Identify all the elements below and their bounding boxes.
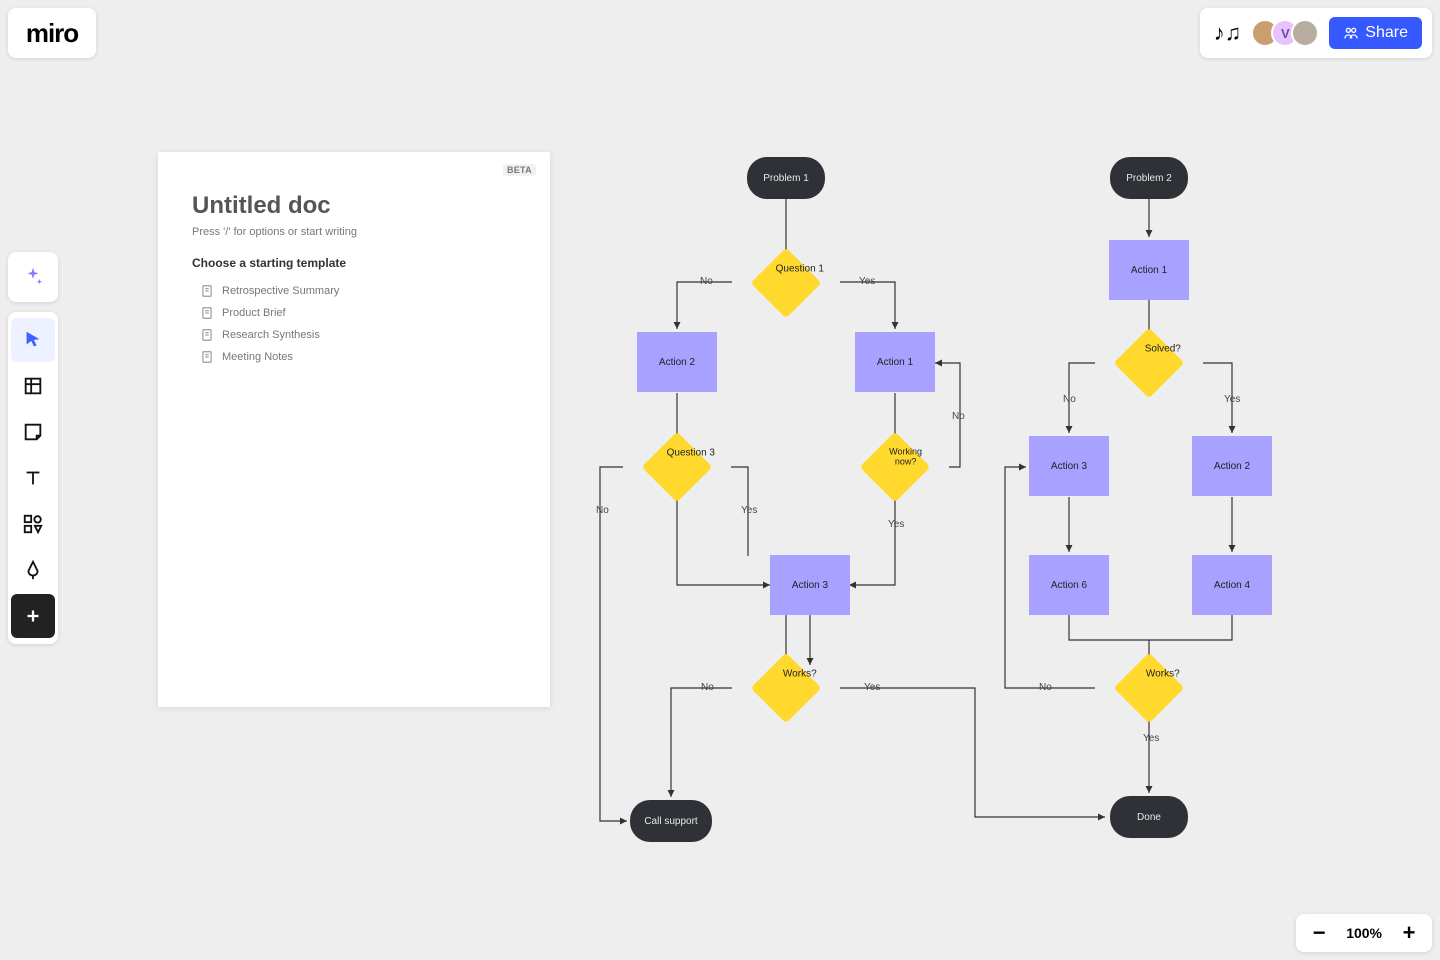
zoom-value[interactable]: 100% <box>1346 925 1382 941</box>
node-problem2[interactable]: Problem 2 <box>1110 157 1188 199</box>
node-action6[interactable]: Action 6 <box>1029 555 1109 615</box>
node-label: Action 1 <box>1131 265 1167 276</box>
node-action4[interactable]: Action 4 <box>1192 555 1272 615</box>
node-question3[interactable]: Question 3 <box>642 432 712 502</box>
node-action3b[interactable]: Action 3 <box>1029 436 1109 496</box>
edge-label-yes: Yes <box>741 505 757 516</box>
node-label: Works? <box>1138 669 1188 680</box>
zoom-in-button[interactable]: + <box>1396 920 1422 946</box>
edge-label-yes: Yes <box>859 276 875 287</box>
node-label: Action 1 <box>877 357 913 368</box>
node-action1b[interactable]: Action 1 <box>1109 240 1189 300</box>
node-label: Question 3 <box>666 448 716 459</box>
node-label: Action 2 <box>1214 461 1250 472</box>
node-label: Call support <box>644 816 697 827</box>
zoom-out-button[interactable]: − <box>1306 920 1332 946</box>
zoom-control: − 100% + <box>1296 914 1432 952</box>
edge-label-yes: Yes <box>1224 394 1240 405</box>
node-action3[interactable]: Action 3 <box>770 555 850 615</box>
node-action1[interactable]: Action 1 <box>855 332 935 392</box>
edge-label-yes: Yes <box>1143 733 1159 744</box>
node-action2[interactable]: Action 2 <box>637 332 717 392</box>
node-label: Problem 2 <box>1126 173 1172 184</box>
canvas[interactable]: Problem 1 Question 1 Action 2 Action 1 Q… <box>0 0 1440 960</box>
node-label: Solved? <box>1138 344 1188 355</box>
edge-label-no: No <box>700 276 713 287</box>
node-works2[interactable]: Works? <box>1114 653 1184 723</box>
edge-label-no: No <box>1063 394 1076 405</box>
node-label: Action 6 <box>1051 580 1087 591</box>
node-label: Working now? <box>881 446 931 466</box>
node-label: Question 1 <box>775 264 825 275</box>
node-label: Problem 1 <box>763 173 809 184</box>
node-label: Action 4 <box>1214 580 1250 591</box>
node-solved[interactable]: Solved? <box>1114 328 1184 398</box>
node-label: Action 3 <box>1051 461 1087 472</box>
node-workingnow[interactable]: Working now? <box>860 432 930 502</box>
node-label: Action 2 <box>659 357 695 368</box>
edge-label-yes: Yes <box>888 519 904 530</box>
edge-label-no: No <box>1039 682 1052 693</box>
node-works[interactable]: Works? <box>751 653 821 723</box>
node-label: Action 3 <box>792 580 828 591</box>
node-action2b[interactable]: Action 2 <box>1192 436 1272 496</box>
edge-label-no: No <box>952 411 965 422</box>
edge-label-no: No <box>596 505 609 516</box>
edge-label-yes: Yes <box>864 682 880 693</box>
edge-label-no: No <box>701 682 714 693</box>
node-callsupport[interactable]: Call support <box>630 800 712 842</box>
node-problem1[interactable]: Problem 1 <box>747 157 825 199</box>
node-question1[interactable]: Question 1 <box>751 248 821 318</box>
node-done[interactable]: Done <box>1110 796 1188 838</box>
node-label: Done <box>1137 812 1161 823</box>
node-label: Works? <box>775 669 825 680</box>
